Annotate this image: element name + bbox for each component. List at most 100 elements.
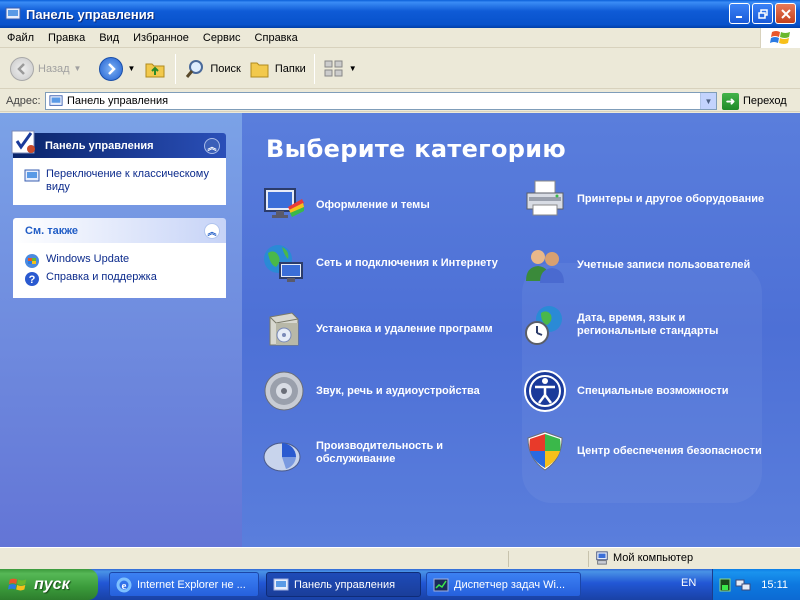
category-date-time[interactable]: Дата, время, язык и региональные стандар…	[523, 303, 767, 347]
classic-view-icon	[24, 169, 40, 182]
windows-logo-icon	[760, 28, 800, 48]
network-tray-icon[interactable]	[735, 578, 751, 592]
back-dropdown-icon[interactable]: ▼	[74, 64, 82, 73]
address-label: Адрес:	[6, 94, 41, 107]
performance-icon	[263, 442, 301, 472]
minimize-icon	[735, 15, 742, 18]
task-pane: Панель управления ︽ Переключение к класс…	[0, 113, 242, 547]
category-user-accounts[interactable]: Учетные записи пользователей	[523, 243, 750, 287]
status-location: Мой компьютер	[595, 551, 693, 565]
views-dropdown-icon[interactable]: ▼	[349, 64, 357, 73]
restore-icon	[757, 8, 768, 19]
maximize-button[interactable]	[752, 3, 773, 24]
go-label: Переход	[743, 95, 787, 107]
accessibility-icon	[524, 370, 566, 412]
start-button[interactable]: пуск	[0, 569, 98, 600]
go-button[interactable]: ➜ Переход	[722, 92, 787, 110]
windows-update-link[interactable]: Windows Update	[24, 253, 215, 269]
network-icon	[264, 245, 303, 282]
menu-tools[interactable]: Сервис	[196, 32, 248, 44]
taskbar-item-label: Internet Explorer не ...	[137, 578, 246, 591]
category-user-accounts-label: Учетные записи пользователей	[577, 258, 751, 271]
category-performance[interactable]: Производительность и обслуживание	[262, 431, 506, 475]
back-arrow-icon	[10, 56, 34, 81]
svg-text:e: e	[122, 580, 127, 592]
taskbar-item-task-manager[interactable]: Диспетчер задач Wi...	[426, 572, 581, 597]
category-accessibility[interactable]: Специальные возможности	[523, 369, 729, 413]
speaker-icon	[264, 371, 304, 411]
category-accessibility-label: Специальные возможности	[577, 384, 729, 397]
my-computer-icon	[596, 551, 608, 565]
toolbar: Назад ▼ ▼ Поиск Папки ▼	[0, 49, 800, 89]
help-icon: ?	[25, 272, 39, 286]
title-bar[interactable]: Панель управления	[0, 0, 800, 28]
category-performance-label: Производительность и обслуживание	[316, 440, 444, 465]
switch-classic-view-label: Переключение к классическому виду	[46, 168, 209, 193]
control-panel-icon	[273, 578, 289, 590]
up-folder-button[interactable]	[139, 52, 171, 86]
up-folder-icon	[145, 63, 165, 77]
address-bar: Адрес: Панель управления ▼ ➜ Переход	[0, 90, 800, 112]
close-icon	[780, 8, 791, 19]
control-panel-panel-header[interactable]: Панель управления ︽	[11, 130, 226, 158]
appearance-icon	[264, 188, 304, 218]
windows-update-icon	[25, 254, 39, 268]
taskbar-item-internet-explorer[interactable]: e Internet Explorer не ...	[109, 572, 259, 597]
language-indicator[interactable]: EN	[681, 577, 696, 589]
category-view: Выберите категорию Оформление и темы Сет…	[242, 113, 800, 547]
close-button[interactable]	[775, 3, 796, 24]
add-remove-programs-icon	[269, 312, 299, 346]
menu-help[interactable]: Справка	[248, 32, 305, 44]
windows-update-label: Windows Update	[46, 253, 130, 265]
help-support-label: Справка и поддержка	[46, 271, 157, 283]
menu-edit[interactable]: Правка	[41, 32, 92, 44]
menu-file[interactable]: Файл	[0, 32, 41, 44]
category-network[interactable]: Сеть и подключения к Интернету	[262, 241, 498, 285]
category-printers-label: Принтеры и другое оборудование	[577, 192, 765, 205]
svg-text:?: ?	[29, 274, 36, 286]
back-button[interactable]: Назад ▼	[6, 52, 85, 86]
control-panel-icon	[5, 7, 21, 20]
taskbar: пуск e Internet Explorer не ... Панель у…	[0, 569, 800, 600]
menu-view[interactable]: Вид	[92, 32, 126, 44]
forward-dropdown-icon[interactable]: ▼	[127, 64, 135, 73]
status-location-label: Мой компьютер	[613, 552, 694, 564]
collapse-chevron-icon[interactable]: ︽	[204, 138, 220, 154]
printer-icon	[526, 180, 564, 216]
address-field[interactable]: Панель управления ▼	[45, 92, 717, 110]
category-sound[interactable]: Звук, речь и аудиоустройства	[262, 369, 480, 413]
task-manager-tray-icon[interactable]	[719, 578, 731, 592]
minimize-button[interactable]	[729, 3, 750, 24]
control-panel-checkmark-icon	[11, 130, 35, 154]
see-also-panel-header[interactable]: См. также ︽	[13, 218, 226, 243]
category-printers[interactable]: Принтеры и другое оборудование	[523, 177, 764, 221]
taskbar-item-label: Диспетчер задач Wi...	[454, 578, 566, 591]
system-tray: 15:11	[712, 569, 800, 600]
help-support-link[interactable]: ? Справка и поддержка	[24, 271, 215, 287]
search-icon	[186, 59, 204, 78]
taskbar-item-control-panel[interactable]: Панель управления	[266, 572, 421, 597]
collapse-chevron-icon[interactable]: ︽	[204, 223, 220, 239]
search-button[interactable]: Поиск	[180, 52, 244, 86]
status-separator	[588, 551, 589, 567]
folders-button[interactable]: Папки	[245, 52, 310, 86]
category-network-label: Сеть и подключения к Интернету	[316, 256, 498, 269]
task-manager-icon	[433, 578, 449, 591]
clock[interactable]: 15:11	[761, 579, 788, 591]
page-title: Выберите категорию	[266, 135, 566, 163]
see-also-panel: См. также ︽ Windows Update ? Справка и п…	[13, 218, 226, 298]
date-time-icon	[525, 306, 562, 345]
category-date-time-label: Дата, время, язык и региональные стандар…	[577, 312, 719, 337]
start-label: пуск	[34, 575, 70, 593]
category-appearance[interactable]: Оформление и темы	[262, 183, 430, 227]
menu-favorites[interactable]: Избранное	[126, 32, 196, 44]
switch-classic-view-link[interactable]: Переключение к классическому виду	[24, 168, 215, 194]
forward-button[interactable]: ▼	[95, 52, 139, 86]
users-icon	[526, 250, 564, 283]
address-dropdown-icon[interactable]: ▼	[700, 93, 716, 109]
category-security-center[interactable]: Центр обеспечения безопасности	[523, 429, 762, 473]
views-button[interactable]: ▼	[319, 52, 361, 86]
menu-bar: Файл Правка Вид Избранное Сервис Справка	[0, 28, 800, 48]
category-add-remove-programs[interactable]: Установка и удаление программ	[262, 307, 493, 351]
category-add-remove-programs-label: Установка и удаление программ	[316, 322, 493, 335]
